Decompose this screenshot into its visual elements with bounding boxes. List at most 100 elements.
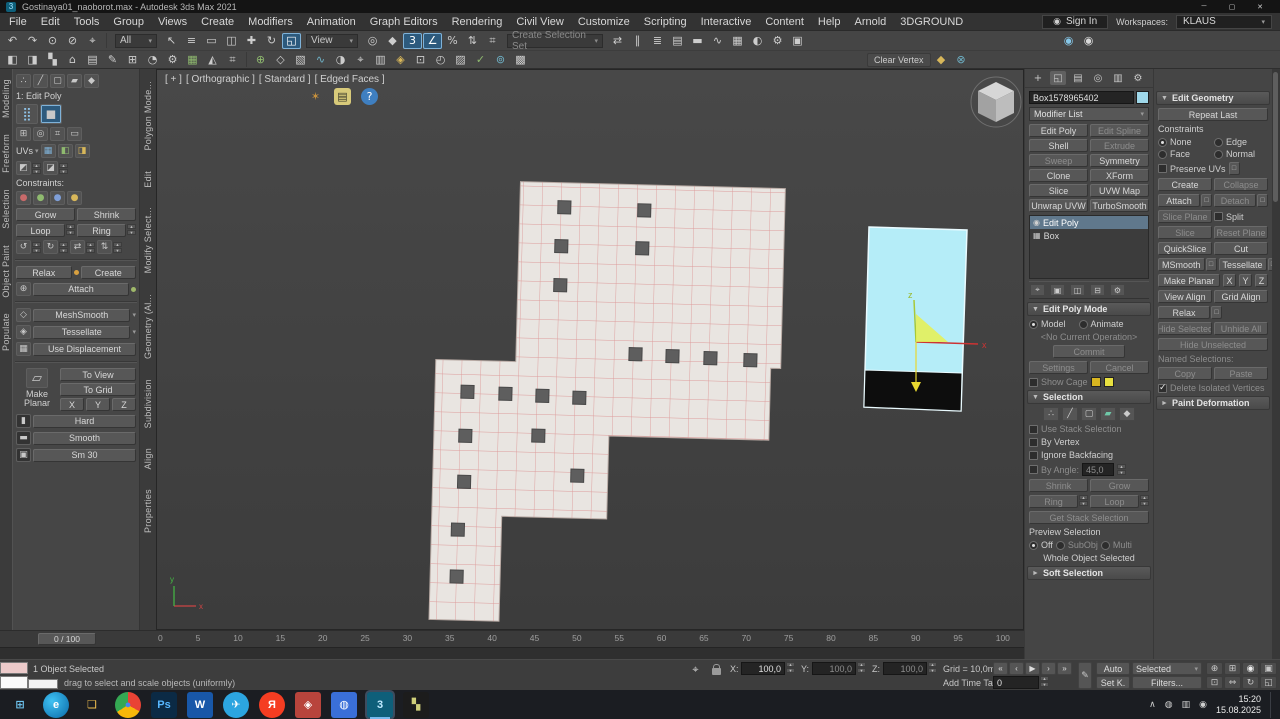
detach-options-button[interactable]: □ <box>1257 194 1268 207</box>
mini-spin-icon[interactable]: ⇄ <box>70 240 85 254</box>
repeat-last-button[interactable]: Repeat Last <box>1158 108 1268 121</box>
hide-selected-button[interactable]: Hide Selected <box>1158 322 1212 335</box>
percent-snap-icon[interactable]: % <box>443 33 462 49</box>
taskbar-folder-icon[interactable]: ❏ <box>79 692 105 718</box>
viewport-menu-item[interactable]: [ Edged Faces ] <box>315 74 385 85</box>
polygon-subobject-icon[interactable]: ▰ <box>67 74 82 88</box>
toolbar2-icon-23[interactable]: ▨ <box>451 52 470 68</box>
constraint-normal-icon[interactable]: ● <box>67 191 82 205</box>
taskbar-chrome-icon[interactable]: ● <box>115 692 141 718</box>
view-align-button[interactable]: View Align <box>1158 290 1212 303</box>
close-button[interactable]: ✕ <box>1246 0 1274 13</box>
toolbar2-icon-10[interactable]: ▦ <box>183 52 202 68</box>
mirror-icon[interactable]: ⇄ <box>608 33 627 49</box>
ribbon-section-title[interactable]: Geometry (Al... <box>143 294 153 359</box>
named-selection-set-dropdown[interactable]: Create Selection Set▾ <box>507 34 603 48</box>
previous-frame-button[interactable]: ‹ <box>1009 662 1024 675</box>
go-to-end-button[interactable]: » <box>1057 662 1072 675</box>
taskbar-3dsmax-icon[interactable]: 3 <box>367 692 393 718</box>
schematic-view-icon[interactable]: ▦ <box>728 33 747 49</box>
hide-unselected-button[interactable]: Hide Unselected <box>1158 338 1268 351</box>
delete-isolated-vertices-checkbox[interactable] <box>1158 384 1167 393</box>
uv-tool-icon-2[interactable]: ◧ <box>58 144 73 158</box>
toolbar2-icon-13[interactable]: ⊕ <box>251 52 270 68</box>
minimize-button[interactable]: ─ <box>1190 0 1218 13</box>
modifier-uvw-map-button[interactable]: UVW Map <box>1090 184 1149 197</box>
paste-button[interactable]: Paste <box>1214 367 1268 380</box>
modifier-slice-button[interactable]: Slice <box>1029 184 1088 197</box>
constraint-face-icon[interactable]: ● <box>50 191 65 205</box>
to-grid-button[interactable]: To Grid <box>60 383 136 396</box>
viewcube[interactable] <box>971 77 1021 127</box>
align-icon[interactable]: ∥ <box>628 33 647 49</box>
material-editor-icon[interactable]: ◐ <box>748 33 767 49</box>
toolbar2-icon-8[interactable]: ◔ <box>143 52 162 68</box>
taskbar-clock[interactable]: 15:20 15.08.2025 <box>1216 694 1261 716</box>
unlink-selection-icon[interactable]: ⊘ <box>63 33 82 49</box>
create-button[interactable]: Create <box>81 266 137 279</box>
loop-button[interactable]: Loop <box>1090 495 1139 508</box>
viewport-menu-item[interactable]: [ + ] <box>165 74 182 85</box>
toolbar2-icon-7[interactable]: ⊞ <box>123 52 142 68</box>
loop-button[interactable]: Loop <box>16 224 65 237</box>
ribbon-tab[interactable]: Freeform <box>1 134 11 173</box>
spinner[interactable]: ▲▼ <box>928 662 937 673</box>
taskbar-telegram-icon[interactable]: ✈ <box>223 692 249 718</box>
split-checkbox[interactable] <box>1214 212 1223 221</box>
collapse-button[interactable]: Collapse <box>1214 178 1268 191</box>
menu-item[interactable]: Create <box>194 13 241 30</box>
sm30-button[interactable]: Sm 30 <box>33 449 136 462</box>
planar-x-button[interactable]: X <box>1223 274 1236 287</box>
modifier-edit-poly-button[interactable]: Edit Poly <box>1029 124 1088 137</box>
planar-x-button[interactable]: X <box>60 398 84 411</box>
cage-selected-color-swatch[interactable] <box>1104 377 1114 387</box>
polygon-mode-toggle[interactable]: ◼ <box>40 104 62 124</box>
clear-vertex-button[interactable]: Clear Vertex <box>867 53 931 67</box>
to-view-button[interactable]: To View <box>60 368 136 381</box>
viewport[interactable]: z x x <box>156 69 1024 630</box>
planar-y-button[interactable]: Y <box>1239 274 1252 287</box>
border-level-icon[interactable]: ▢ <box>1081 407 1097 421</box>
remove-modifier-icon[interactable]: ⊟ <box>1090 284 1105 296</box>
spinner[interactable]: ▲▼ <box>127 224 136 237</box>
spinner[interactable]: ▲▼ <box>786 662 795 673</box>
toolbar2-icon-22[interactable]: ◴ <box>431 52 450 68</box>
selection-filter-dropdown[interactable]: All▾ <box>115 34 157 48</box>
modifier-edit-spline-button[interactable]: Edit Spline <box>1090 124 1149 137</box>
relax-options-button[interactable]: □ <box>1211 306 1222 319</box>
play-button[interactable]: ▶ <box>1025 662 1040 675</box>
make-planar-button[interactable]: Make Planar <box>1158 274 1220 287</box>
current-frame-field[interactable]: 0 <box>993 676 1039 689</box>
relax-button[interactable]: Relax <box>1158 306 1210 319</box>
angle-snap-icon[interactable]: ∠ <box>423 33 442 49</box>
maxscript-mini-listener-white[interactable] <box>0 676 28 689</box>
scrollbar-thumb[interactable] <box>1273 72 1278 202</box>
utilities-tab[interactable]: ⚙ <box>1130 71 1146 85</box>
edge-subobject-icon[interactable]: ╱ <box>33 74 48 88</box>
reference-coordinate-dropdown[interactable]: View▾ <box>306 34 358 48</box>
use-stack-selection-checkbox[interactable] <box>1029 425 1038 434</box>
menu-item[interactable]: Graph Editors <box>363 13 445 30</box>
toolbar2-icon-5[interactable]: ▤ <box>83 52 102 68</box>
vertex-mode-toggle[interactable]: ⣿ <box>16 104 38 124</box>
ribbon-toggle-icon[interactable]: ▬ <box>688 33 707 49</box>
menu-item[interactable]: Interactive <box>694 13 759 30</box>
ribbon-tab[interactable]: Modeling <box>1 79 11 118</box>
constraint-edge-radio[interactable] <box>1214 138 1223 147</box>
viewport-help-icon[interactable]: ? <box>361 88 378 105</box>
spinner-snap-icon[interactable]: ⇅ <box>463 33 482 49</box>
taskbar-app-dark-icon[interactable]: ▚ <box>403 692 429 718</box>
tray-network-icon[interactable]: ◍ <box>1165 700 1173 710</box>
toolbar2-icon-15[interactable]: ▧ <box>291 52 310 68</box>
spinner[interactable]: ▲▼ <box>66 224 75 237</box>
go-to-start-button[interactable]: « <box>993 662 1008 675</box>
create-button[interactable]: Create <box>1158 178 1212 191</box>
ribbon-tab[interactable]: Selection <box>1 189 11 229</box>
modify-tab[interactable]: ◱ <box>1050 71 1066 85</box>
unhide-all-button[interactable]: Unhide All <box>1214 322 1268 335</box>
floorplan-model[interactable] <box>429 180 785 629</box>
start-button[interactable]: ⊞ <box>7 692 33 718</box>
taskbar-app-blue-icon[interactable]: ◍ <box>331 692 357 718</box>
tessellate-button[interactable]: Tessellate <box>33 326 130 339</box>
undo-icon[interactable]: ↶ <box>3 33 22 49</box>
